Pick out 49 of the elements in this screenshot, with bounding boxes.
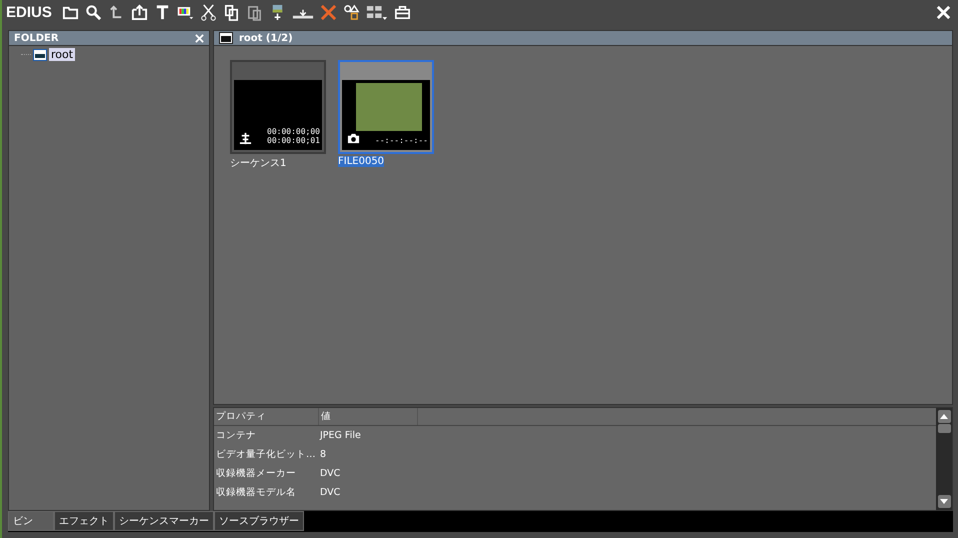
clip-thumbnail[interactable]: --:--:--:--	[338, 60, 434, 154]
panel-tab[interactable]: ビン	[8, 511, 54, 531]
timecode: 00:00:00;01	[267, 136, 320, 145]
folder-icon	[33, 48, 47, 60]
app-logo: EDIUS	[6, 4, 52, 21]
tree-item[interactable]: root	[49, 48, 76, 61]
table-cell-text: 収録機器メーカー	[215, 467, 297, 480]
folder-icon[interactable]	[62, 4, 79, 21]
panel-title: FOLDER	[14, 32, 60, 44]
folder-icon	[219, 32, 233, 44]
photo-placeholder	[356, 83, 422, 131]
down-arrow-icon	[940, 499, 948, 504]
shapes-icon[interactable]	[342, 4, 360, 21]
panel-tab[interactable]: エフェクト	[54, 511, 114, 531]
table-cell-text: 収録機器モデル名	[215, 486, 297, 499]
table-cell-text: 8	[319, 449, 328, 460]
column-header[interactable]: 値	[318, 408, 418, 425]
column-header[interactable]: プロパティ	[214, 410, 318, 423]
table-cell-text: DVC	[319, 468, 342, 479]
timecode: 00:00:00;00	[267, 127, 320, 136]
panel-tab[interactable]: ソースブラウザー	[214, 511, 304, 531]
delete-icon[interactable]	[320, 4, 337, 21]
table-cell-text: ビデオ量子化ビット…	[215, 448, 316, 461]
up-arrow-icon	[940, 414, 948, 419]
close-icon[interactable]	[195, 34, 204, 42]
export-icon[interactable]	[130, 4, 148, 21]
color-bars-icon[interactable]	[176, 4, 194, 21]
scroll-up-button[interactable]	[938, 410, 950, 423]
clip-thumbnail[interactable]: 00:00:00;00 00:00:00;01	[230, 60, 326, 154]
briefcase-icon[interactable]	[394, 4, 411, 21]
bin-title: root (1/2)	[239, 32, 294, 44]
close-icon[interactable]	[935, 4, 952, 21]
scrollbar[interactable]	[936, 408, 952, 510]
scissors-icon[interactable]	[200, 4, 217, 21]
sequence-icon	[239, 132, 252, 145]
paste-icon[interactable]	[246, 4, 263, 21]
scroll-down-button[interactable]	[938, 495, 950, 508]
table-cell-text: JPEG File	[318, 430, 362, 441]
search-icon[interactable]	[84, 4, 102, 21]
table-cell-text: DVC	[319, 487, 342, 498]
camera-icon	[347, 132, 360, 145]
panel-tab[interactable]: シーケンスマーカー	[114, 511, 214, 531]
clip-name: FILE0050	[338, 156, 384, 167]
table-cell-text: コンテナ	[215, 429, 257, 442]
clip-name: シーケンス1	[230, 157, 286, 170]
copy-icon[interactable]	[222, 4, 240, 21]
timecode: --:--:--:--	[375, 136, 428, 145]
grid-view-icon[interactable]	[366, 4, 388, 21]
scroll-thumb[interactable]	[938, 424, 950, 433]
